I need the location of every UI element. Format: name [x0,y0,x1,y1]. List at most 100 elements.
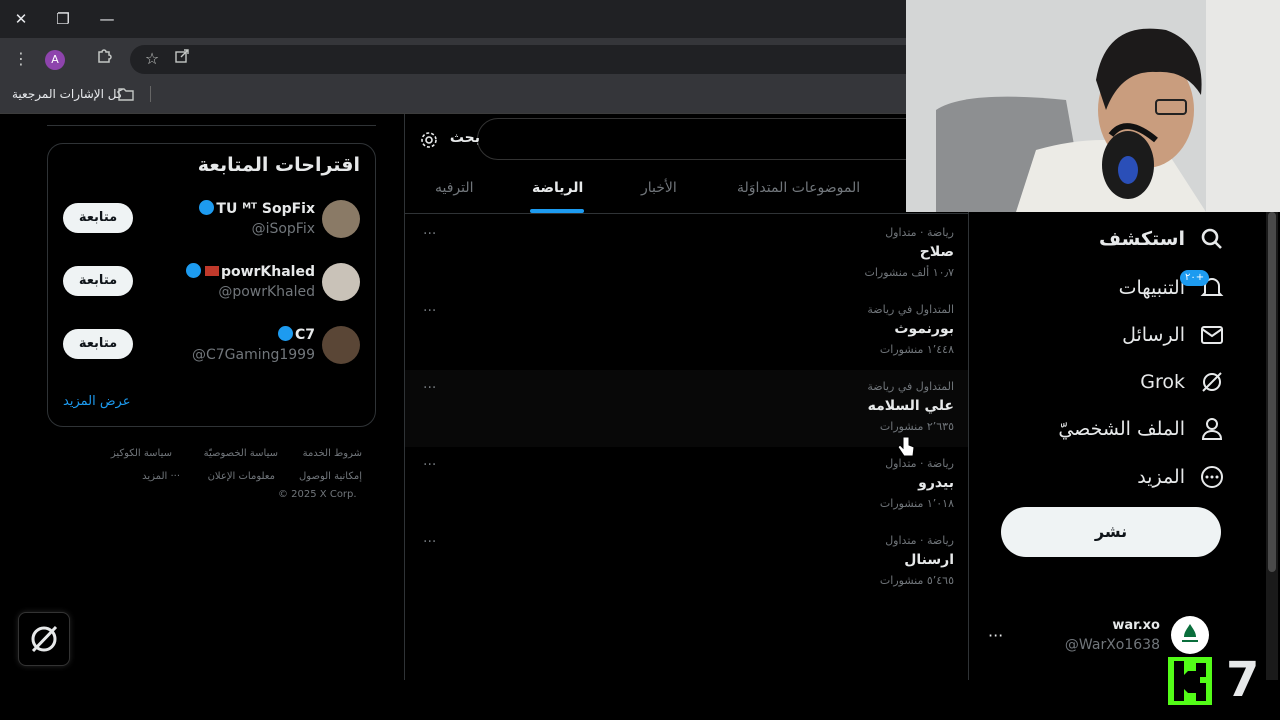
follow-button[interactable]: متابعة [63,329,133,359]
who-to-follow-title: اقتراحات المتابعة [197,154,360,176]
nav-explore[interactable]: استكشف [1099,222,1225,256]
share-icon[interactable] [169,46,195,72]
suggestion-name[interactable]: TU ᴹᵀ SopFix [197,200,315,217]
trend-item[interactable]: رياضة · متداول بيدرو ١٬٠١٨ منشورات ··· [405,447,968,524]
terms-link[interactable]: شروط الخدمة [303,448,362,459]
ads-info-link[interactable]: معلومات الإعلان [208,471,275,482]
kick-logo [1168,657,1212,705]
show-more-link[interactable]: عرض المزيد [63,394,130,409]
more-options-icon[interactable]: ··· [423,226,436,242]
trend-item[interactable]: المتداول في رياضة بورنموث ١٬٤٤٨ منشورات … [405,293,968,370]
suggestion-name[interactable]: C7 [276,326,315,343]
trend-count: ١٬٤٤٨ منشورات [879,343,954,356]
more-options-icon[interactable]: ··· [423,457,436,473]
browser-menu-icon[interactable]: ⋮ [8,46,34,72]
left-divider [47,125,376,126]
webcam-overlay [906,0,1280,212]
nav-more[interactable]: المزيد [1137,460,1225,494]
profile-avatar[interactable]: A [45,50,65,70]
grok-icon [31,625,58,653]
suggestion-row[interactable]: C7 @C7Gaming1999 متابعة [48,326,375,386]
trend-name: بورنموث [894,321,954,337]
bookmark-star-icon[interactable]: ☆ [139,46,165,72]
all-bookmarks-label[interactable]: كل الإشارات المرجعية [12,87,123,101]
suggestion-row[interactable]: TU ᴹᵀ SopFix @iSopFix متابعة [48,200,375,260]
tab-entertainment[interactable]: الترفيه [435,180,474,196]
nav-notifications[interactable]: التنبيهات [1119,271,1225,305]
column-divider [968,212,969,680]
nav-more-label: المزيد [1137,466,1185,488]
scrollbar-thumb[interactable] [1268,212,1276,572]
tab-trending[interactable]: الموضوعات المتداوَلة [737,180,860,196]
account-avatar[interactable] [1171,616,1209,654]
trend-context: المتداول في رياضة [867,303,954,316]
account-handle[interactable]: @WarXo1638 [1065,637,1160,653]
more-options-icon[interactable]: ··· [423,380,436,396]
bookmarks-separator [150,86,151,102]
trend-context: المتداول في رياضة [867,380,954,393]
suggestion-handle[interactable]: @C7Gaming1999 [192,347,315,363]
verified-badge-icon [185,263,201,278]
more-options-icon[interactable]: ··· [423,534,436,550]
nav-messages-label: الرسائل [1122,324,1185,346]
trend-context: رياضة · متداول [885,457,954,470]
copyright: © 2025 X Corp. [278,489,357,500]
nav-grok-label: Grok [1140,371,1185,393]
flag-icon [204,266,219,276]
mail-icon [1201,326,1223,344]
trend-name: بيدرو [918,475,954,491]
avatar[interactable] [322,200,360,238]
hand-cursor-icon [897,436,915,458]
trend-name: صلاح [919,244,954,260]
more-options-icon[interactable]: ··· [423,303,436,319]
trend-name: ارسنال [904,552,954,568]
accessibility-link[interactable]: إمكانية الوصول [299,471,362,482]
trend-count: ١٠٫٧ ألف منشورات [864,266,954,279]
trend-context: رياضة · متداول [885,226,954,239]
overlay-number: 7 [1226,652,1260,708]
suggestion-handle[interactable]: @powrKhaled [218,284,315,300]
grok-icon [1202,372,1222,392]
trend-item[interactable]: رياضة · متداول صلاح ١٠٫٧ ألف منشورات ··· [405,216,968,293]
nav-profile-label: الملف الشخصيّ [1058,418,1185,440]
avatar[interactable] [322,326,360,364]
trend-context: رياضة · متداول [885,534,954,547]
trend-count: ٥٬٤٦٥ منشورات [879,574,954,587]
minimize-window-icon[interactable]: — [95,8,119,30]
restore-window-icon[interactable]: ❐ [51,8,75,30]
extensions-icon[interactable] [92,46,118,72]
search-icon [1201,228,1222,249]
suggestion-name[interactable]: powrKhaled [184,263,315,280]
nav-grok[interactable]: Grok [1140,365,1225,399]
avatar[interactable] [322,263,360,301]
tab-sports[interactable]: الرياضة [532,180,583,196]
trend-item[interactable]: رياضة · متداول ارسنال ٥٬٤٦٥ منشورات ··· [405,524,968,601]
address-bar[interactable] [130,45,930,74]
account-name[interactable]: war.xo [1112,618,1160,633]
more-circle-icon [1201,466,1223,488]
trend-name: علي السلامه [867,398,954,414]
suggestion-row[interactable]: powrKhaled @powrKhaled متابعة [48,263,375,323]
footer-more-link[interactable]: ··· المزيد [142,471,180,482]
trend-item[interactable]: المتداول في رياضة علي السلامه ٢٬٦٣٥ منشو… [405,370,968,447]
grok-floating-button[interactable] [18,612,70,666]
search-placeholder: بحث [449,130,480,146]
folder-icon[interactable] [118,86,138,102]
follow-button[interactable]: متابعة [63,266,133,296]
close-window-icon[interactable]: ✕ [9,8,33,30]
suggestion-handle[interactable]: @iSopFix [252,221,315,237]
tab-news[interactable]: الأخبار [641,180,677,196]
nav-profile[interactable]: الملف الشخصيّ [1058,412,1225,446]
notifications-badge: ٢٠+ [1180,270,1210,286]
settings-gear-icon[interactable] [419,130,439,150]
account-more-icon[interactable]: ··· [988,626,1003,645]
nav-explore-label: استكشف [1099,228,1185,250]
post-button[interactable]: نشر [1001,507,1221,557]
privacy-link[interactable]: سياسة الخصوصيّة [204,448,278,459]
nav-messages[interactable]: الرسائل [1122,318,1225,352]
trend-count: ٢٬٦٣٥ منشورات [879,420,954,433]
cookies-link[interactable]: سياسة الكوكيز [111,448,172,459]
trend-count: ١٬٠١٨ منشورات [879,497,954,510]
follow-button[interactable]: متابعة [63,203,133,233]
nav-notifications-label: التنبيهات [1118,277,1185,299]
